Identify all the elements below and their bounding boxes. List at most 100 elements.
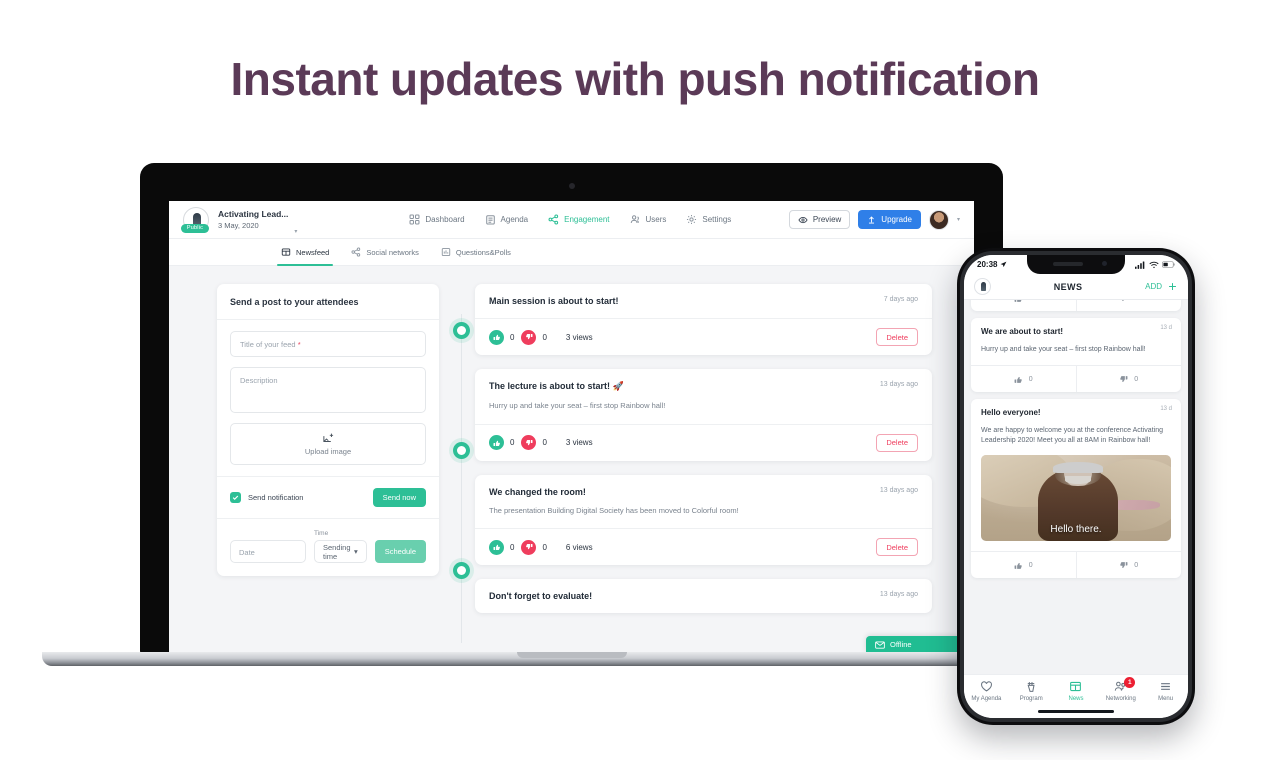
list-item[interactable]: 13 d We are about to start! Hurry up and…	[971, 318, 1182, 393]
dislike-control[interactable]: 0	[521, 329, 547, 345]
send-notification-checkbox[interactable]	[230, 492, 241, 503]
like-control[interactable]: 0	[971, 300, 1076, 311]
phone-tab-networking[interactable]: 1 Networking	[1098, 677, 1143, 702]
speaker-icon	[1053, 262, 1083, 266]
phone-news-feed[interactable]: 0 0 13 d We are about to start! Hurry up…	[964, 300, 1188, 640]
views-count: 3 views	[565, 332, 593, 342]
add-image-icon	[323, 433, 334, 443]
send-now-button[interactable]: Send now	[372, 488, 426, 507]
thumbs-down-icon	[521, 435, 537, 450]
preview-button[interactable]: Preview	[788, 210, 851, 229]
dislike-control[interactable]: 0	[1075, 552, 1182, 579]
tab-questions-polls[interactable]: Questions&Polls	[441, 239, 511, 266]
account-caret-icon[interactable]: ▾	[957, 216, 960, 223]
post-image: Hello there.	[981, 455, 1171, 542]
upgrade-button[interactable]: Upgrade	[858, 210, 921, 229]
phone-tab-label: My Agenda	[971, 696, 1002, 702]
compose-card: Send a post to your attendees Title of y…	[217, 284, 439, 576]
delete-button[interactable]: Delete	[876, 328, 918, 346]
nav-item-settings[interactable]: Settings	[686, 214, 731, 225]
like-count: 0	[1029, 300, 1033, 302]
schedule-button[interactable]: Schedule	[374, 540, 426, 563]
list-item[interactable]: 0 0	[971, 300, 1181, 311]
upload-image-dropzone[interactable]: Upload image	[230, 423, 426, 465]
like-control[interactable]: 0	[489, 329, 515, 345]
like-control[interactable]: 0	[489, 539, 514, 555]
like-count: 0	[510, 332, 515, 342]
phone-tab-label: News	[1068, 696, 1084, 702]
dislike-count: 0	[1134, 375, 1139, 383]
location-arrow-icon	[1001, 261, 1007, 268]
dislike-control[interactable]: 0	[1075, 366, 1182, 393]
like-control[interactable]: 0	[971, 552, 1076, 578]
post-title: Hello everyone!	[981, 408, 1041, 418]
tab-label-social-networks: Social networks	[366, 247, 419, 257]
like-control[interactable]: 0	[489, 435, 514, 450]
phone-card-footer: 0 0	[971, 365, 1182, 393]
event-logo-icon[interactable]: Public	[181, 206, 209, 233]
compose-footer: Send notification Send now	[217, 476, 439, 518]
delete-button[interactable]: Delete	[876, 538, 918, 556]
nav-item-dashboard[interactable]: Dashboard	[409, 214, 465, 225]
dislike-control[interactable]: 0	[521, 435, 547, 450]
sending-time-select[interactable]: Sending time ▾	[314, 540, 367, 563]
nav-label-dashboard: Dashboard	[425, 215, 465, 224]
feed-title-input[interactable]: Title of your feed *	[230, 331, 426, 357]
dislike-count: 0	[1134, 561, 1139, 569]
tab-social-networks[interactable]: Social networks	[351, 239, 419, 266]
phone-card-footer: 0 0	[971, 551, 1182, 579]
phone-tab-my-agenda[interactable]: My Agenda	[964, 680, 1009, 702]
envelope-icon	[875, 640, 885, 649]
upload-arrow-icon	[869, 216, 875, 224]
chevron-down-icon: ▾	[353, 547, 358, 556]
check-icon	[232, 495, 239, 500]
delete-button[interactable]: Delete	[876, 433, 918, 452]
battery-icon	[1162, 261, 1175, 268]
phone-tab-news[interactable]: News	[1054, 680, 1099, 702]
like-count: 0	[1028, 375, 1033, 383]
image-hair	[1053, 462, 1103, 474]
phone-tab-label: Networking	[1105, 696, 1136, 702]
dislike-count: 0	[1134, 300, 1138, 302]
nav-item-users[interactable]: Users	[630, 214, 666, 225]
list-item[interactable]: 13 d Hello everyone! We are happy to wel…	[971, 399, 1182, 579]
front-camera-icon	[1102, 261, 1107, 266]
nav-item-engagement[interactable]: Engagement	[548, 214, 610, 225]
event-logo-icon[interactable]	[974, 278, 991, 295]
thumbs-up-icon	[1014, 562, 1022, 569]
like-control[interactable]: 0	[971, 366, 1076, 392]
promo-stage: Instant updates with push notification P…	[0, 0, 1270, 760]
views-count: 6 views	[565, 542, 593, 552]
post-card: Main session is about to start! 7 days a…	[475, 284, 932, 355]
status-indicators	[1135, 261, 1175, 269]
event-switcher-caret-icon[interactable]: ▾	[294, 228, 297, 238]
chat-widget-offline[interactable]: Offline	[866, 636, 964, 653]
dislike-control[interactable]: 0	[1075, 300, 1182, 311]
post-timestamp: 13 days ago	[879, 591, 918, 598]
thumbs-down-icon	[1120, 562, 1128, 568]
dislike-count: 0	[542, 332, 547, 342]
add-news-button[interactable]: ADD	[1145, 281, 1178, 292]
preview-label: Preview	[812, 215, 842, 224]
post-card: Don't forget to evaluate! 13 days ago	[475, 579, 932, 613]
status-time: 20:38	[977, 260, 998, 269]
tab-label-newsfeed: Newsfeed	[296, 247, 330, 257]
dislike-control[interactable]: 0	[521, 539, 547, 555]
phone-tab-program[interactable]: Program	[1009, 680, 1054, 702]
app-header-actions: Preview Upgrade ▾	[788, 209, 960, 230]
phone-mockup: 20:38 NEWS ADD 13 d We are about to star…	[957, 248, 1195, 725]
share-icon	[548, 214, 559, 225]
timeline-dot	[453, 442, 470, 459]
phone-notch	[1027, 255, 1125, 274]
tab-newsfeed[interactable]: Newsfeed	[276, 239, 334, 266]
grid-icon	[409, 214, 420, 225]
phone-tab-menu[interactable]: Menu	[1143, 680, 1188, 702]
date-input[interactable]: Date	[230, 540, 306, 563]
nav-item-agenda[interactable]: Agenda	[485, 214, 529, 225]
feed-description-input[interactable]: Description	[230, 367, 426, 413]
post-title: Don't forget to evaluate!	[489, 591, 593, 601]
feed-column: Main session is about to start! 7 days a…	[439, 284, 974, 653]
nav-label-agenda: Agenda	[500, 215, 529, 224]
avatar[interactable]	[928, 209, 949, 230]
news-icon	[1070, 681, 1082, 692]
